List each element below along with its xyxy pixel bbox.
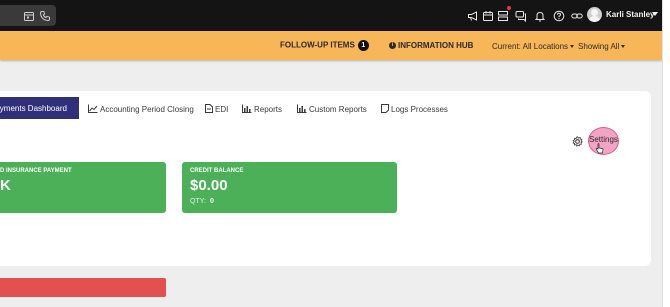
tab-label: Payments Dashboard xyxy=(0,104,67,113)
tab-label: Reports xyxy=(254,105,283,114)
tab-logs-processes[interactable]: Logs Processes xyxy=(381,104,448,114)
user-name[interactable]: Karli Stanley xyxy=(606,10,654,19)
card-value: K xyxy=(0,177,11,194)
gear-icon[interactable] xyxy=(572,134,583,147)
tab-label: EDI xyxy=(215,105,229,114)
chevron-down-icon xyxy=(621,45,626,49)
tab-payments-dashboard[interactable]: Payments Dashboard xyxy=(0,97,79,119)
credit-balance-card: CREDIT BALANCE $0.00 QTY: 0 xyxy=(182,162,397,213)
tab-label: Custom Reports xyxy=(309,105,367,114)
link-icon[interactable] xyxy=(571,9,585,23)
qty-value: 0 xyxy=(209,198,214,205)
followup-label: FOLLOW-UP ITEMS xyxy=(280,40,355,50)
followup-items-link[interactable]: FOLLOW-UP ITEMS 1 xyxy=(280,40,369,51)
file-icon xyxy=(205,104,213,113)
info-icon: i xyxy=(389,42,396,50)
showing-dropdown[interactable]: Showing All xyxy=(578,42,626,51)
secondary-toolbar: FOLLOW-UP ITEMS 1 i INFORMATION HUB Curren… xyxy=(0,31,662,60)
hand-cursor-icon xyxy=(595,141,604,154)
avatar[interactable] xyxy=(587,7,602,22)
location-label: Current: All Locations xyxy=(492,42,569,51)
location-dropdown[interactable]: Current: All Locations xyxy=(492,42,575,51)
tab-reports[interactable]: Reports xyxy=(242,104,282,114)
tab-accounting-period-closing[interactable]: Accounting Period Closing xyxy=(88,104,194,114)
qty-label: QTY: xyxy=(190,198,206,205)
card-title: CREDIT BALANCE xyxy=(190,168,244,174)
bar-chart-icon xyxy=(242,104,252,113)
followup-count-badge: 1 xyxy=(357,40,369,51)
quick-actions-box xyxy=(0,5,56,26)
calendar-icon[interactable] xyxy=(482,9,496,23)
line-chart-icon xyxy=(88,104,98,113)
notification-dot xyxy=(507,6,511,10)
note-icon xyxy=(381,104,389,113)
chat-icon[interactable] xyxy=(515,9,529,23)
tab-edi[interactable]: EDI xyxy=(205,104,228,114)
information-hub-link[interactable]: i INFORMATION HUB xyxy=(389,41,473,50)
top-navigation-bar: Karli Stanley xyxy=(0,0,662,31)
information-hub-label: INFORMATION HUB xyxy=(398,41,474,50)
phone-icon[interactable] xyxy=(39,9,51,22)
showing-label: Showing All xyxy=(578,42,620,51)
scrollbar[interactable] xyxy=(662,0,670,307)
tab-label: Accounting Period Closing xyxy=(100,105,194,114)
tab-label: Logs Processes xyxy=(391,105,448,114)
tab-custom-reports[interactable]: Custom Reports xyxy=(297,104,367,114)
chevron-down-icon[interactable] xyxy=(652,12,658,16)
insurance-payment-card: D INSURANCE PAYMENT K xyxy=(0,162,166,213)
bar-chart-icon xyxy=(297,104,307,113)
card-title: D INSURANCE PAYMENT xyxy=(0,168,72,174)
calendar-icon[interactable] xyxy=(23,9,35,21)
card-qty: QTY: 0 xyxy=(190,198,214,205)
chevron-down-icon xyxy=(570,45,575,49)
red-status-card xyxy=(0,278,166,297)
megaphone-icon[interactable] xyxy=(467,9,481,23)
help-icon[interactable] xyxy=(553,9,567,23)
server-icon[interactable] xyxy=(497,9,511,23)
bell-icon[interactable] xyxy=(534,9,548,23)
card-value: $0.00 xyxy=(190,177,228,194)
